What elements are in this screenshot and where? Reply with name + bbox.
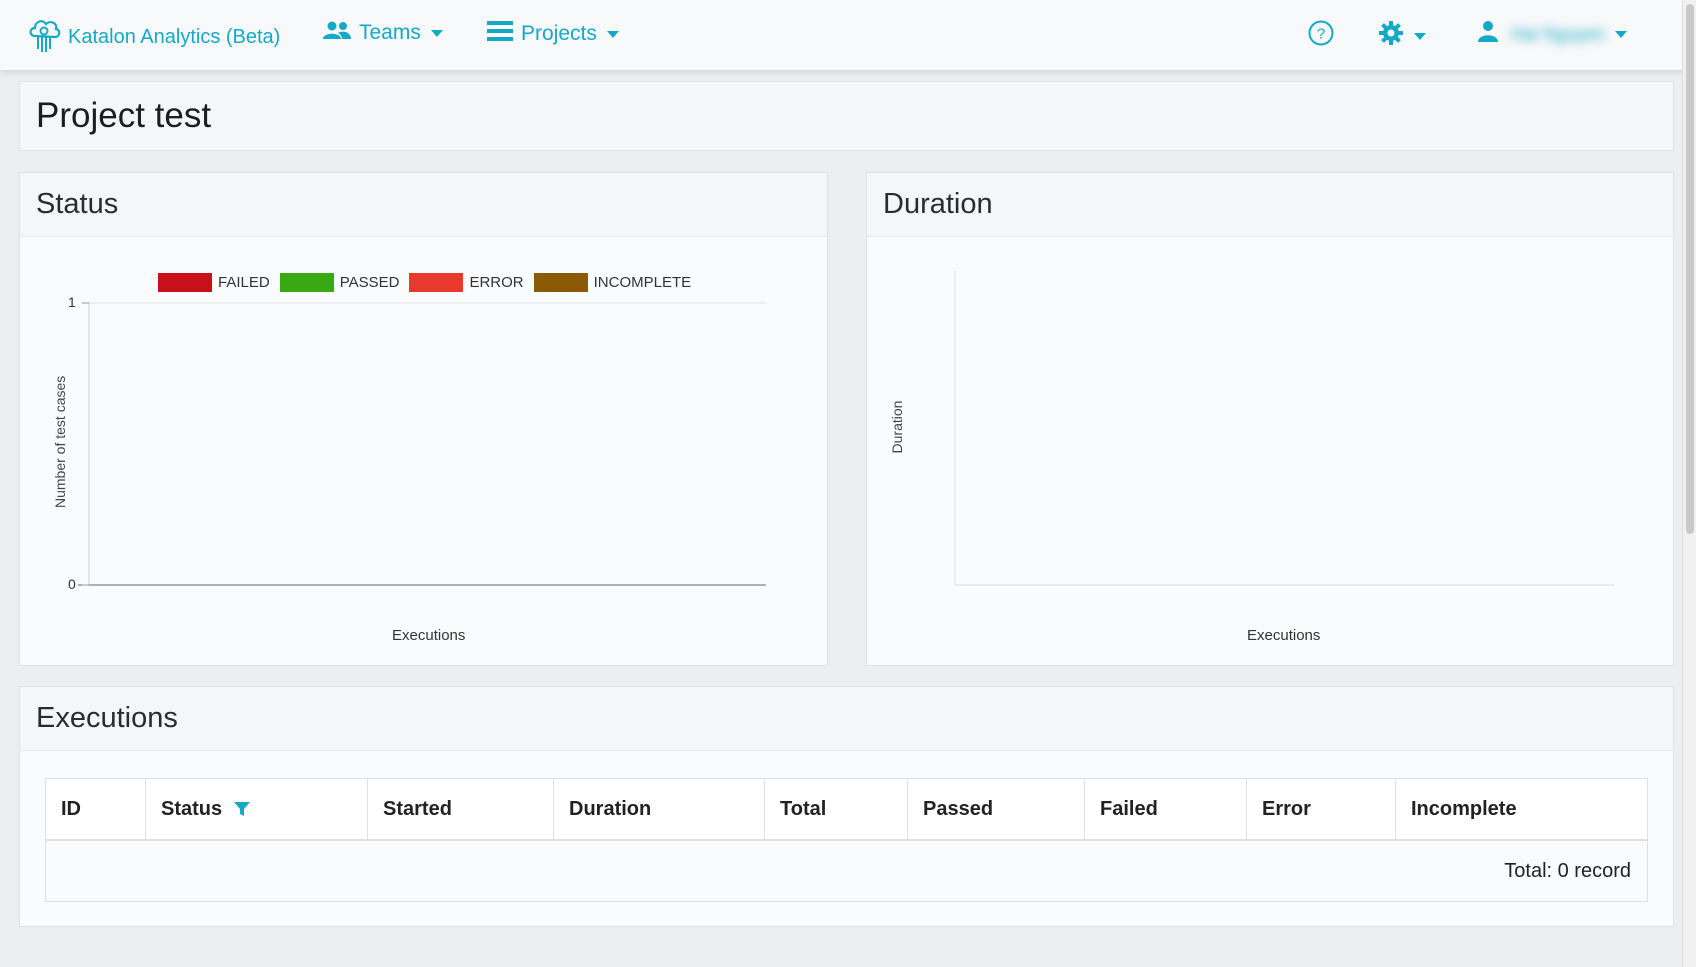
column-header-total[interactable]: Total: [765, 779, 908, 839]
column-header-failed[interactable]: Failed: [1085, 779, 1247, 839]
chevron-down-icon: [606, 30, 619, 38]
column-label: ID: [61, 797, 81, 820]
page-title-panel: Project test: [19, 81, 1674, 151]
duration-panel: Duration Duration Executions: [866, 172, 1674, 666]
page-scrollbar[interactable]: [1682, 0, 1696, 967]
top-navbar: Katalon Analytics (Beta) Teams Projects: [0, 0, 1696, 70]
chevron-down-icon: [1615, 30, 1628, 38]
svg-text:?: ?: [1317, 26, 1325, 43]
scrollbar-thumb[interactable]: [1686, 4, 1694, 534]
status-chart-ytick-1: 1: [68, 294, 76, 310]
status-panel: Status FAILED PASSED ERROR INCOMPLETE 1 …: [19, 172, 828, 666]
chevron-down-icon: [430, 29, 443, 37]
executions-panel-header: Executions: [20, 687, 1673, 751]
katalon-logo-icon: [26, 16, 62, 59]
status-chart-xlabel: Executions: [392, 627, 466, 644]
user-icon: [1477, 20, 1499, 48]
projects-menu[interactable]: Projects: [487, 20, 619, 48]
duration-chart-xlabel: Executions: [1247, 627, 1321, 644]
column-label: Incomplete: [1411, 797, 1517, 820]
column-header-error[interactable]: Error: [1247, 779, 1396, 839]
menu-icon: [487, 20, 513, 48]
teams-menu[interactable]: Teams: [323, 20, 443, 46]
gear-icon: [1378, 20, 1404, 52]
teams-label: Teams: [359, 21, 421, 44]
duration-chart-ylabel: Duration: [889, 400, 905, 454]
status-chart-ylabel: Number of test cases: [52, 375, 68, 508]
filter-icon[interactable]: [234, 801, 251, 817]
executions-table-footer: Total: 0 record: [46, 841, 1647, 901]
help-button[interactable]: ?: [1308, 20, 1334, 52]
people-icon: [323, 20, 351, 46]
column-label: Failed: [1100, 797, 1158, 820]
projects-label: Projects: [521, 22, 597, 45]
column-label: Status: [161, 797, 223, 820]
column-header-passed[interactable]: Passed: [908, 779, 1085, 839]
brand-link[interactable]: Katalon Analytics (Beta): [26, 16, 280, 59]
status-chart-ytick-0: 0: [68, 576, 76, 592]
column-header-started[interactable]: Started: [368, 779, 554, 839]
status-chart-plot: [78, 302, 766, 586]
column-label: Started: [383, 797, 452, 820]
executions-table: ID Status Started Duration Total Passed …: [45, 778, 1648, 902]
executions-table-header: ID Status Started Duration Total Passed …: [46, 779, 1647, 841]
settings-menu[interactable]: [1378, 20, 1426, 52]
executions-panel-title: Executions: [36, 702, 178, 734]
column-label: Total: [780, 797, 827, 820]
column-label: Passed: [923, 797, 994, 820]
column-label: Duration: [569, 797, 652, 820]
user-menu[interactable]: Hai Nguyen: [1477, 20, 1628, 48]
column-header-status[interactable]: Status: [146, 779, 368, 839]
chevron-down-icon: [1414, 32, 1426, 40]
column-header-id[interactable]: ID: [46, 779, 146, 839]
duration-chart-plot: [954, 271, 1614, 586]
column-header-duration[interactable]: Duration: [554, 779, 765, 839]
help-icon: ?: [1308, 20, 1334, 52]
column-label: Error: [1262, 797, 1311, 820]
page-title: Project test: [36, 96, 212, 135]
total-records: Total: 0 record: [1504, 859, 1631, 882]
brand-name: Katalon Analytics (Beta): [68, 26, 281, 48]
user-name: Hai Nguyen: [1511, 23, 1606, 44]
column-header-incomplete[interactable]: Incomplete: [1396, 779, 1647, 839]
executions-panel: Executions ID Status Started Duration To…: [19, 686, 1674, 927]
